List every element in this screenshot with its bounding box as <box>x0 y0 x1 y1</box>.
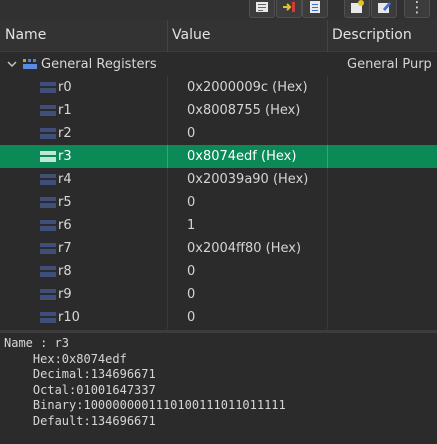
register-icon <box>40 105 56 116</box>
column-divider <box>167 214 168 237</box>
register-row[interactable]: r2 0 <box>0 122 437 145</box>
register-name: r10 <box>58 310 80 325</box>
column-value-header[interactable]: Value <box>167 20 328 52</box>
column-divider <box>327 99 328 122</box>
column-divider <box>327 145 328 168</box>
column-divider <box>327 76 328 99</box>
register-name: r4 <box>58 172 72 187</box>
register-group-icon <box>23 59 37 69</box>
toolbar: ⋮ <box>0 0 437 20</box>
column-divider <box>167 76 168 99</box>
register-name: r9 <box>58 287 72 302</box>
details-line: Binary:1000000001110100111011011111 <box>4 398 286 412</box>
register-value[interactable]: 0x8074edf (Hex) <box>187 145 296 168</box>
column-divider <box>167 122 168 145</box>
register-value[interactable]: 0x2004ff80 (Hex) <box>187 237 301 260</box>
register-name: r2 <box>58 126 72 141</box>
chevron-down-icon[interactable] <box>6 58 18 70</box>
register-row[interactable]: r10 0 <box>0 306 437 329</box>
register-icon <box>40 243 56 254</box>
register-icon <box>40 220 56 231</box>
details-line: Octal:01001647337 <box>4 383 156 397</box>
column-divider <box>327 122 328 145</box>
register-value[interactable]: 0x2000009c (Hex) <box>187 76 308 99</box>
column-divider <box>327 168 328 191</box>
register-value[interactable]: 0 <box>187 306 195 329</box>
register-name: r3 <box>58 149 72 164</box>
column-divider <box>167 237 168 260</box>
register-value[interactable]: 0 <box>187 122 195 145</box>
register-row[interactable]: r4 0x20039a90 (Hex) <box>0 168 437 191</box>
column-divider <box>167 191 168 214</box>
register-icon <box>40 174 56 185</box>
more-vertical-icon[interactable]: ⋮ <box>404 0 430 18</box>
register-details-panel: Name : r3 Hex:0x8074edf Decimal:13469667… <box>0 330 437 444</box>
details-line: Name : r3 <box>4 336 70 350</box>
new-tab-icon[interactable] <box>344 0 370 18</box>
column-name-header[interactable]: Name <box>0 20 168 52</box>
register-name: r6 <box>58 218 72 233</box>
register-value[interactable]: 1 <box>187 214 195 237</box>
register-icon <box>40 151 56 162</box>
column-divider <box>167 145 168 168</box>
group-label: General Registers <box>41 57 157 72</box>
register-list-icon[interactable] <box>302 0 328 18</box>
column-divider <box>327 283 328 306</box>
column-divider <box>327 191 328 214</box>
column-divider <box>327 214 328 237</box>
column-divider <box>167 260 168 283</box>
register-value[interactable]: 0 <box>187 191 195 214</box>
details-line: Hex:0x8074edf <box>4 352 127 366</box>
register-icon <box>40 197 56 208</box>
column-divider <box>167 306 168 329</box>
column-description-header[interactable]: Description <box>327 20 437 52</box>
register-row[interactable]: r9 0 <box>0 283 437 306</box>
group-row-general-registers[interactable]: General Registers General Purp <box>0 53 437 76</box>
column-divider <box>167 99 168 122</box>
column-header: Name Value Description <box>0 20 437 52</box>
register-name: r7 <box>58 241 72 256</box>
register-row[interactable]: r7 0x2004ff80 (Hex) <box>0 237 437 260</box>
register-row[interactable]: r1 0x8008755 (Hex) <box>0 99 437 122</box>
column-divider <box>167 283 168 306</box>
register-row[interactable]: r6 1 <box>0 214 437 237</box>
register-value[interactable]: 0 <box>187 260 195 283</box>
register-icon <box>40 82 56 93</box>
register-icon <box>40 266 56 277</box>
register-tree: General Registers General Purp r0 0x20000… <box>0 52 437 330</box>
register-row[interactable]: r0 0x2000009c (Hex) <box>0 76 437 99</box>
details-line: Decimal:134696671 <box>4 367 156 381</box>
register-icon <box>40 289 56 300</box>
column-divider <box>327 260 328 283</box>
move-register-icon[interactable] <box>276 0 302 18</box>
register-icon <box>40 312 56 323</box>
register-value[interactable]: 0 <box>187 283 195 306</box>
register-icon <box>40 128 56 139</box>
register-name: r1 <box>58 103 72 118</box>
group-description: General Purp <box>347 57 432 72</box>
column-divider <box>167 168 168 191</box>
register-name: r0 <box>58 80 72 95</box>
register-value[interactable]: 0x20039a90 (Hex) <box>187 168 308 191</box>
register-value[interactable]: 0x8008755 (Hex) <box>187 99 300 122</box>
column-divider <box>327 306 328 329</box>
register-row[interactable]: r5 0 <box>0 191 437 214</box>
register-name: r8 <box>58 264 72 279</box>
column-divider <box>327 237 328 260</box>
memory-view-icon[interactable] <box>249 0 275 18</box>
register-row[interactable]: r8 0 <box>0 260 437 283</box>
edit-icon[interactable] <box>371 0 397 18</box>
register-row[interactable]: r3 0x8074edf (Hex) <box>0 145 437 168</box>
register-name: r5 <box>58 195 72 210</box>
details-line: Default:134696671 <box>4 414 156 428</box>
